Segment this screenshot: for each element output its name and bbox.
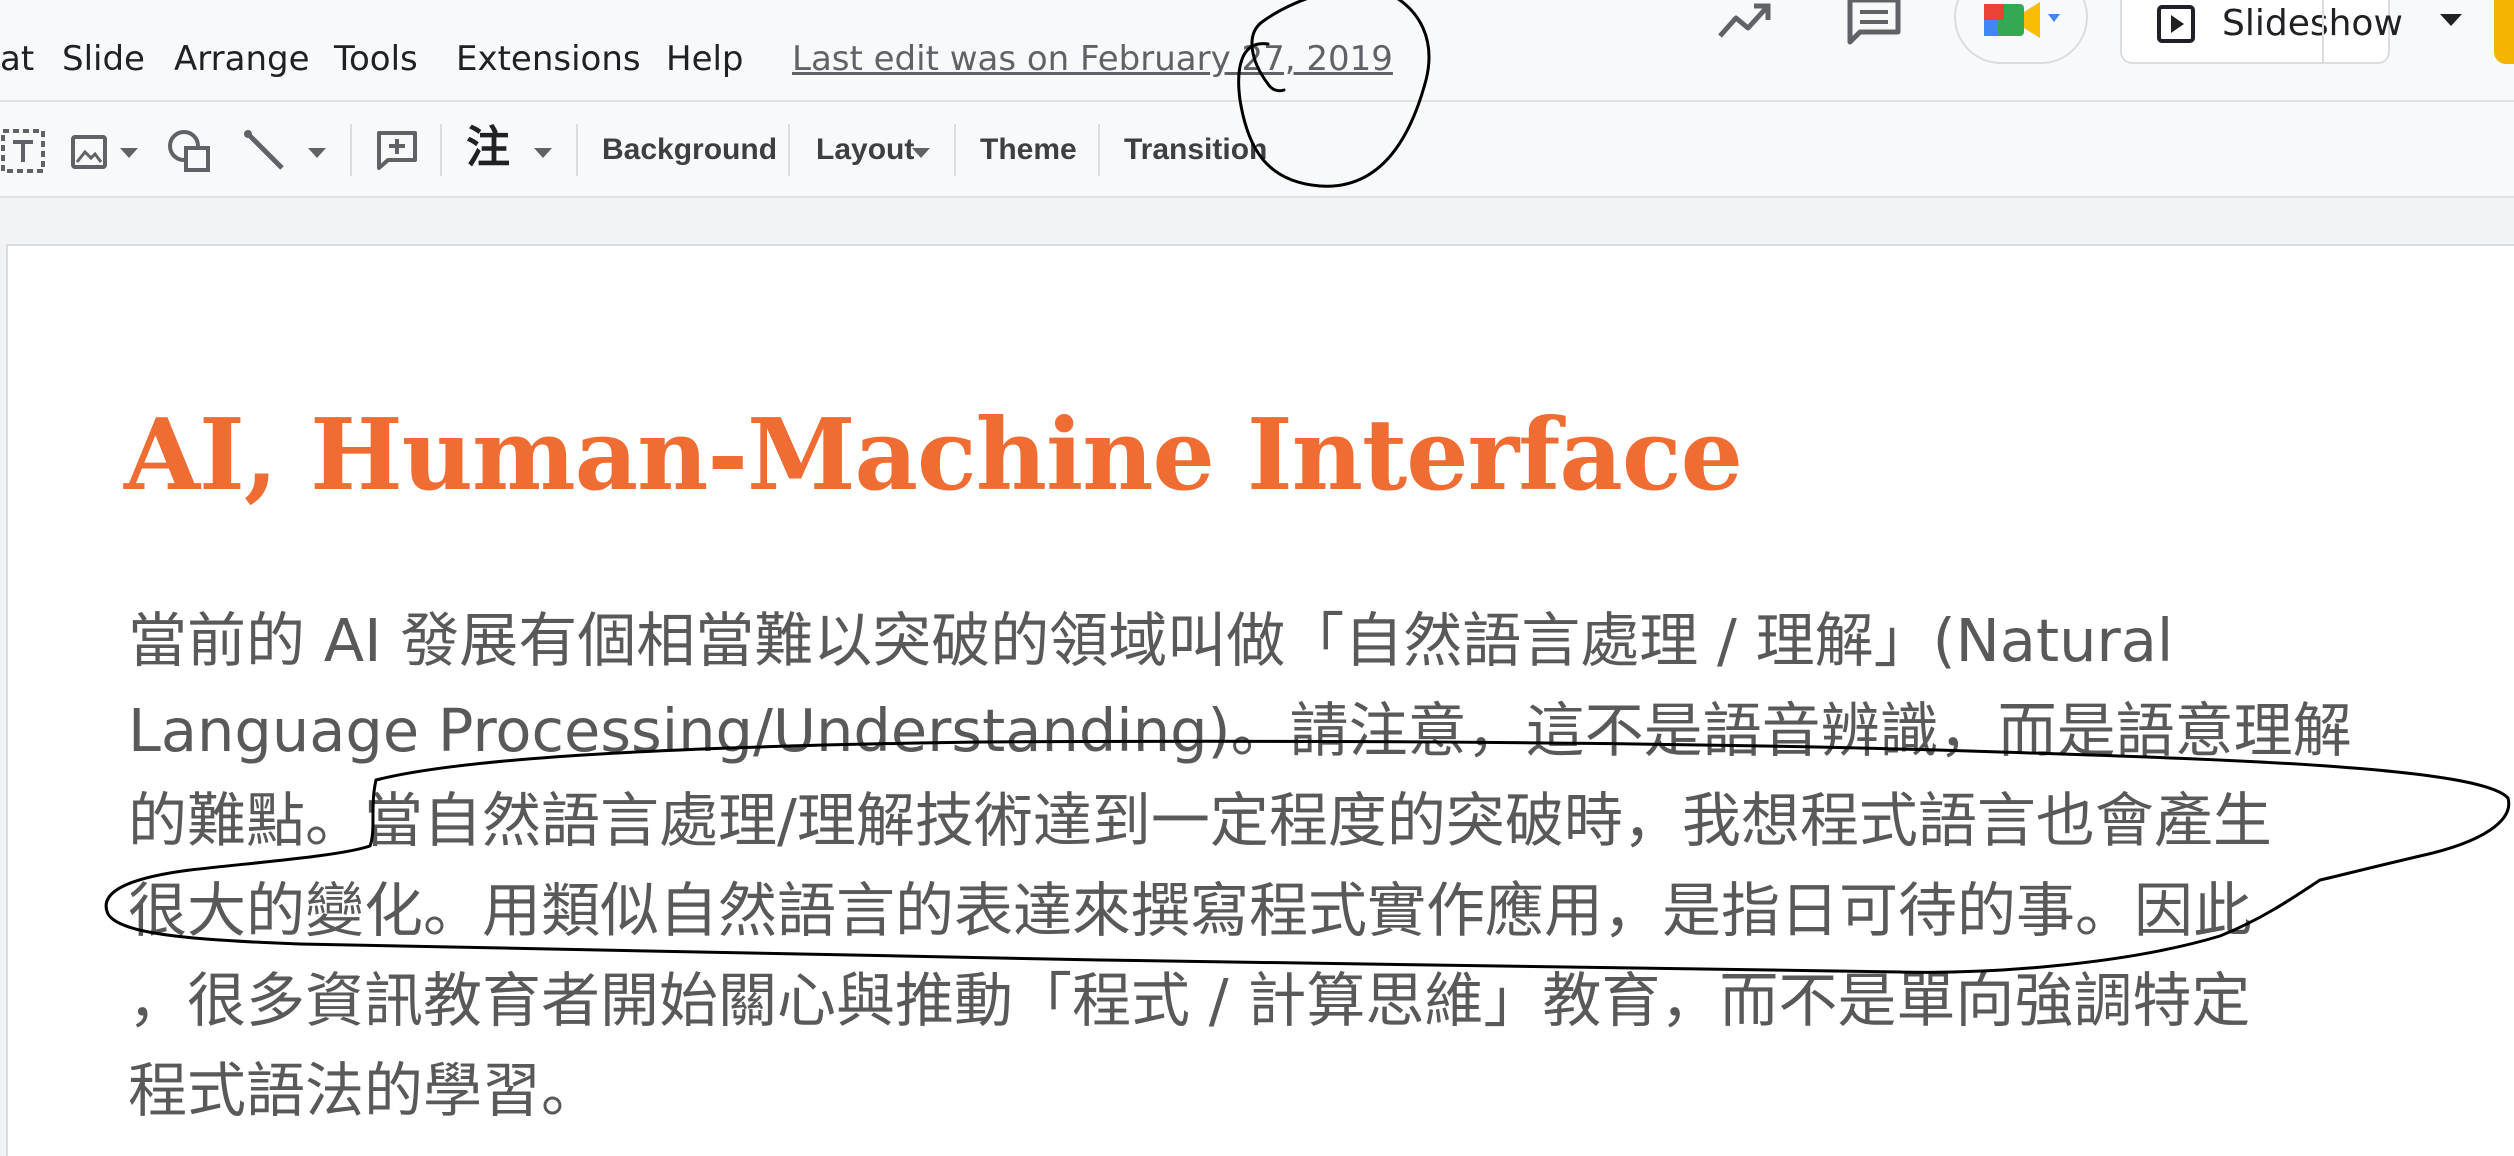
new-comment-icon[interactable] — [376, 130, 418, 170]
input-tools-dropdown-icon[interactable] — [532, 146, 554, 160]
slideshow-label: Slideshow — [2222, 3, 2403, 44]
toolbar-separator — [788, 124, 790, 176]
slideshow-divider — [2322, 0, 2324, 62]
menu-tools[interactable]: Tools — [334, 38, 418, 80]
slideshow-dropdown-icon[interactable] — [2436, 10, 2466, 30]
toolbar-separator — [954, 124, 956, 176]
slide-canvas: AI, Human-Machine Interface 當前的 AI 發展有個相… — [0, 198, 2514, 1156]
menu-arrange[interactable]: Arrange — [174, 38, 310, 80]
menu-bar: at Slide Arrange Tools Extensions Help L… — [0, 0, 2514, 100]
line-icon[interactable] — [242, 128, 288, 174]
toolbar-separator — [350, 124, 352, 176]
theme-button[interactable]: Theme — [980, 132, 1077, 168]
slide-body-line: ，很多資訊教育者開始關心與推動「程式 / 計算思維」教育，而不是單向強調特定 — [128, 966, 2251, 1035]
comment-icon[interactable] — [1846, 0, 1902, 46]
menu-help[interactable]: Help — [666, 38, 744, 80]
text-box-icon[interactable] — [0, 128, 46, 174]
slide-body-line: 程式語法的學習。 — [128, 1056, 601, 1125]
slide-body-line: 很大的變化。用類似自然語言的表達來撰寫程式實作應用，是指日可待的事。因此 — [128, 876, 2253, 945]
google-meet-icon — [1984, 2, 2060, 38]
menu-slide[interactable]: Slide — [62, 38, 145, 80]
toolbar-separator — [440, 124, 442, 176]
slide-body-line: 當前的 AI 發展有個相當難以突破的領域叫做「自然語言處理 / 理解」(Natu… — [128, 606, 2174, 675]
slide[interactable]: AI, Human-Machine Interface 當前的 AI 發展有個相… — [6, 244, 2514, 1156]
menu-format[interactable]: at — [0, 38, 34, 80]
slide-body-line: 的難點。當自然語言處理/理解技術達到一定程度的突破時，我想程式語言也會產生 — [128, 786, 2272, 855]
slide-body[interactable]: 當前的 AI 發展有個相當難以突破的領域叫做「自然語言處理 / 理解」(Natu… — [128, 596, 2488, 1136]
toolbar-separator — [576, 124, 578, 176]
slideshow-play-icon — [2157, 5, 2195, 43]
transition-button[interactable]: Transition — [1124, 132, 1267, 168]
layout-dropdown-icon[interactable] — [910, 146, 932, 160]
shape-icon[interactable] — [166, 128, 212, 174]
image-icon[interactable] — [70, 134, 108, 170]
toolbar-separator — [1098, 124, 1100, 176]
line-dropdown-icon[interactable] — [306, 146, 328, 160]
layout-button[interactable]: Layout — [816, 132, 914, 168]
image-dropdown-icon[interactable] — [118, 146, 140, 160]
menu-extensions[interactable]: Extensions — [456, 38, 641, 80]
meet-button[interactable] — [1954, 0, 2088, 64]
background-button[interactable]: Background — [602, 132, 777, 168]
slideshow-button[interactable]: Slideshow — [2120, 0, 2403, 64]
trending-up-icon[interactable] — [1716, 0, 1776, 44]
toolbar: 注 Background Layout Theme Transition — [0, 100, 2514, 198]
slide-body-line: Language Processing/Understanding)。請注意，這… — [128, 696, 2352, 765]
slide-title[interactable]: AI, Human-Machine Interface — [124, 396, 1743, 516]
last-edit-link[interactable]: Last edit was on February 27, 2019 — [792, 38, 1393, 80]
input-tools-button[interactable]: 注 — [466, 122, 510, 174]
share-button-edge[interactable] — [2494, 0, 2514, 64]
